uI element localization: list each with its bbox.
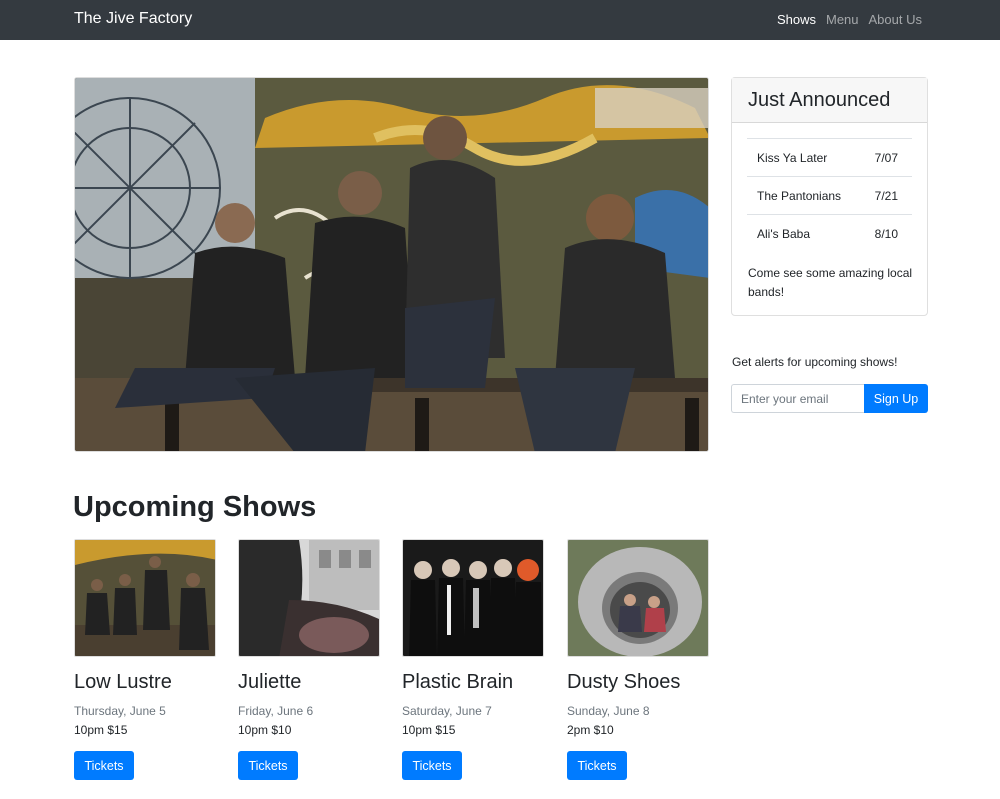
show-time-price: 2pm $10 (567, 723, 614, 737)
alerts-label: Get alerts for upcoming shows! (732, 355, 898, 369)
tickets-button[interactable]: Tickets (567, 751, 627, 780)
show-name: Juliette (238, 671, 302, 693)
show-time-price: 10pm $15 (74, 723, 128, 737)
show-date: Sunday, June 8 (567, 704, 650, 718)
announced-list: Kiss Ya Later 7/07 The Pantonians 7/21 A… (747, 138, 912, 252)
show-image (402, 539, 544, 657)
show-card: Juliette Friday, June 6 10pm $10 Tickets (238, 539, 380, 780)
show-name: Low Lustre (74, 671, 172, 693)
announced-band: Kiss Ya Later (757, 150, 828, 165)
show-name: Plastic Brain (402, 671, 514, 693)
announced-row: Ali's Baba 8/10 (747, 214, 912, 252)
nav-link-shows[interactable]: Shows (777, 12, 816, 27)
just-announced-text: Come see some amazing local bands! (748, 266, 913, 299)
show-date: Saturday, June 7 (402, 704, 492, 718)
tickets-button[interactable]: Tickets (238, 751, 298, 780)
nav-link-menu[interactable]: Menu (826, 12, 859, 27)
show-card: Plastic Brain Saturday, June 7 10pm $15 … (402, 539, 544, 780)
just-announced-card: Just Announced Kiss Ya Later 7/07 The Pa… (731, 77, 928, 316)
show-time-price: 10pm $10 (238, 723, 292, 737)
show-date: Thursday, June 5 (74, 704, 166, 718)
hero-image (74, 77, 709, 452)
show-card: Low Lustre Thursday, June 5 10pm $15 Tic… (74, 539, 216, 780)
sign-up-button[interactable]: Sign Up (864, 384, 928, 413)
show-card: Dusty Shoes Sunday, June 8 2pm $10 Ticke… (567, 539, 709, 780)
show-image (74, 539, 216, 657)
just-announced-title: Just Announced (732, 78, 927, 123)
show-name: Dusty Shoes (567, 671, 681, 693)
announced-band: Ali's Baba (757, 226, 810, 241)
announced-date: 7/21 (874, 188, 898, 203)
brand-link[interactable]: The Jive Factory (74, 10, 192, 28)
show-image (567, 539, 709, 657)
upcoming-shows-title: Upcoming Shows (73, 491, 317, 523)
announced-row: The Pantonians 7/21 (747, 176, 912, 214)
show-image (238, 539, 380, 657)
announced-row: Kiss Ya Later 7/07 (747, 138, 912, 176)
nav-links: Shows Menu About Us (777, 12, 922, 27)
announced-date: 8/10 (874, 226, 898, 241)
email-input[interactable] (731, 384, 864, 413)
show-date: Friday, June 6 (238, 704, 314, 718)
nav-link-about-us[interactable]: About Us (869, 12, 922, 27)
announced-band: The Pantonians (757, 188, 842, 203)
show-time-price: 10pm $15 (402, 723, 456, 737)
tickets-button[interactable]: Tickets (74, 751, 134, 780)
announced-date: 7/07 (874, 150, 898, 165)
tickets-button[interactable]: Tickets (402, 751, 462, 780)
navbar: The Jive Factory Shows Menu About Us (0, 0, 1000, 40)
